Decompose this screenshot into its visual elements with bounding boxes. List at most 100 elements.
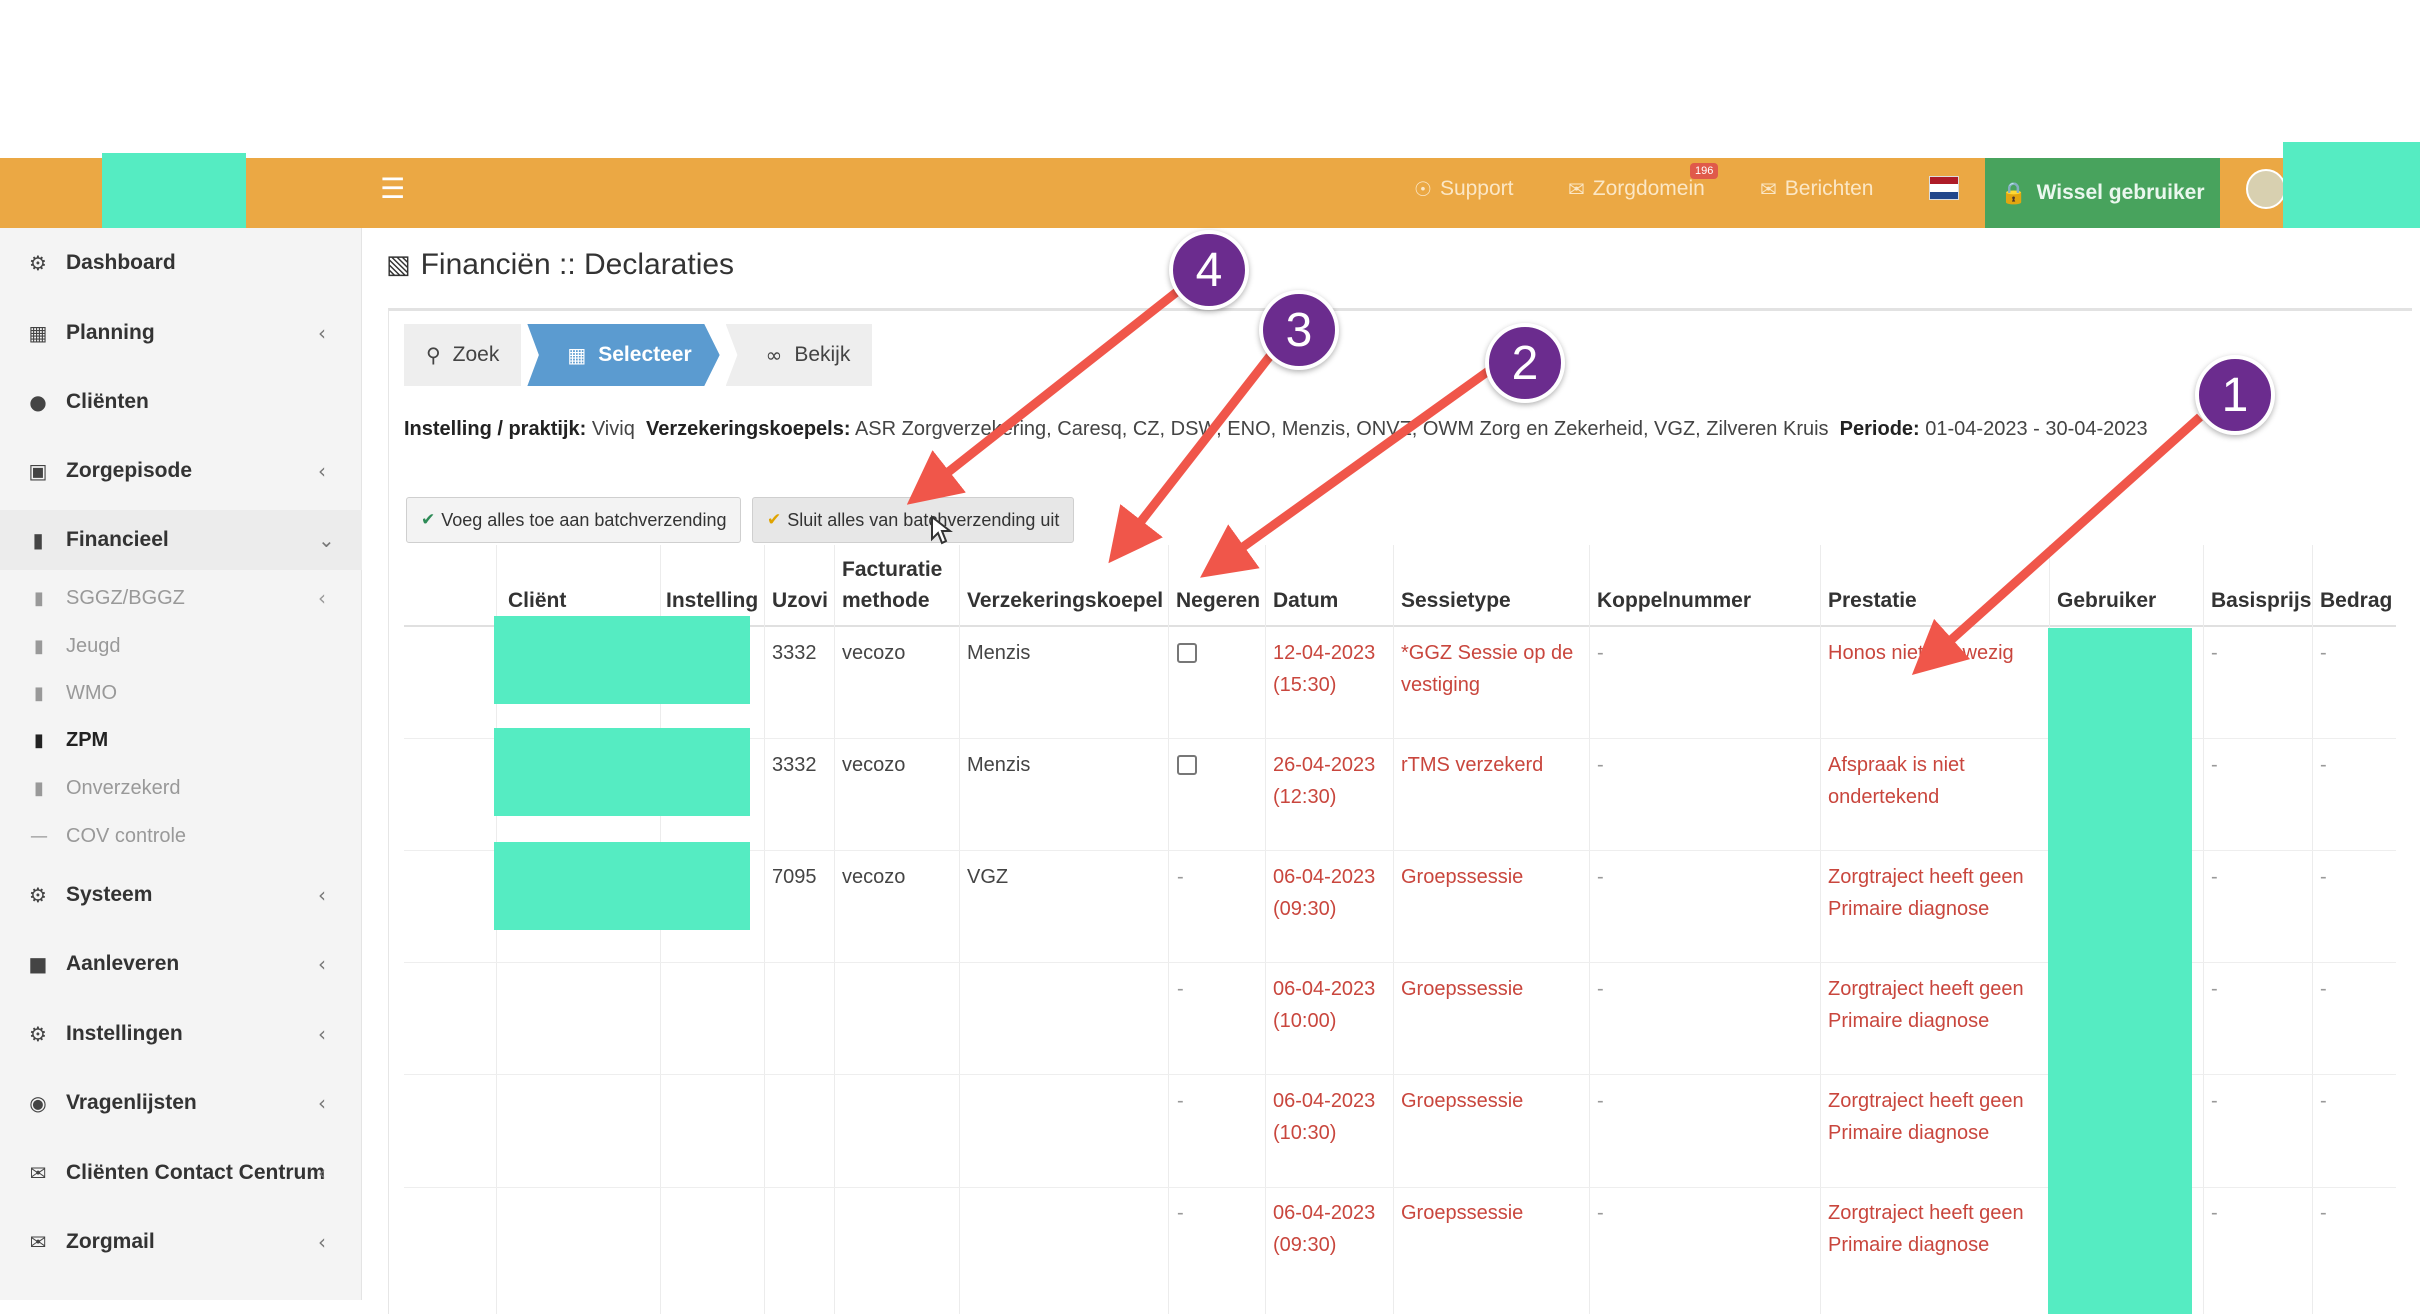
support-link[interactable]: ☉ Support [1414,174,1514,204]
column-divider [2203,545,2204,1314]
sidebar-item-label: Zorgmail [66,1230,155,1253]
sidebar-item-label: Planning [66,321,155,344]
page-title: ▧ Financiën :: Declaraties [386,248,734,282]
envelope-icon: ✉ [29,1161,47,1185]
negeren-checkbox[interactable] [1177,643,1197,663]
annotation-marker-1: 1 [2195,355,2275,435]
switch-user-button[interactable]: 🔒 Wissel gebruiker [1985,158,2220,228]
column-header-facturatie[interactable]: Facturatie [842,554,942,585]
cell-datum: 06-04-2023 [1273,1202,1376,1224]
sidebar-sub-jeugd[interactable]: ▮ Jeugd [0,624,362,668]
minus-icon: — [30,825,48,847]
cell-koppelnummer: - [1597,866,1604,888]
column-header-prestatie[interactable]: Prestatie [1828,585,1917,616]
cell-koppelnummer: - [1597,1090,1604,1112]
wizard-step-label: Selecteer [598,343,692,366]
cell-datum: 26-04-2023 [1273,754,1376,776]
sidebar-item-instellingen[interactable]: ⚙ Instellingen ‹ [0,1004,362,1064]
cell-sessietype: Groepssessie [1401,1090,1524,1112]
cell-basisprijs: - [2211,1202,2218,1224]
cell-prestatie-line2: Primaire diagnose [1828,898,1990,920]
koepels-label: Verzekeringskoepels: [645,418,851,440]
zorgdomein-link[interactable]: ✉ Zorgdomein [1568,174,1705,204]
column-header-basisprijs[interactable]: Basisprijs [2211,585,2311,616]
check-icon: ✔ [421,510,436,530]
exclude-all-batch-button[interactable]: ✔ Sluit alles van batchverzending uit [752,497,1075,543]
sidebar-item-systeem[interactable]: ⚙ Systeem ‹ [0,865,362,925]
column-header-bedrag[interactable]: Bedrag [2320,585,2392,616]
chevron-left-icon: ‹ [318,1161,326,1185]
book-icon: ▮ [34,729,44,751]
sidebar-item-aanleveren[interactable]: ■ Aanleveren ‹ [0,934,362,994]
sidebar-item-zorgmail[interactable]: ✉ Zorgmail ‹ [0,1212,362,1272]
cell-bedrag: - [2320,1202,2327,1224]
column-header-koppelnummer[interactable]: Koppelnummer [1597,585,1751,616]
column-header-datum[interactable]: Datum [1273,585,1338,616]
instelling-label: Instelling / praktijk: [404,418,587,440]
cell-bedrag: - [2320,754,2327,776]
wizard-step-label: Bekijk [794,343,851,366]
negeren-checkbox[interactable] [1177,755,1197,775]
column-header-negeren[interactable]: Negeren [1176,585,1260,616]
cell-methode: vecozo [842,642,906,664]
zorgdomein-badge: 196 [1690,163,1719,179]
column-header-sessietype[interactable]: Sessietype [1401,585,1511,616]
berichten-link[interactable]: ✉ Berichten [1760,174,1873,204]
language-flag-icon[interactable] [1929,176,1959,200]
chevron-left-icon: ‹ [318,1230,326,1254]
annotation-marker-4: 4 [1169,230,1249,310]
column-header-instelling[interactable]: Instelling [666,585,758,616]
cell-koppelnummer: - [1597,1202,1604,1224]
instelling-value: Viviq [591,418,635,440]
sidebar-item-clienten[interactable]: ● Cliënten [0,372,362,432]
column-header-gebruiker[interactable]: Gebruiker [2057,585,2156,616]
client-redaction [494,842,750,930]
cell-sessietype: Groepssessie [1401,866,1524,888]
column-divider [1820,545,1821,1314]
sidebar-sub-label: SGGZ/BGGZ [66,586,185,609]
wizard-step-label: Zoek [452,343,500,366]
link-icon: ∞ [765,343,783,367]
cell-bedrag: - [2320,866,2327,888]
cell-tijd: (10:00) [1273,1010,1337,1032]
sidebar-item-label: Zorgepisode [66,459,193,482]
sidebar-sub-label: COV controle [66,824,187,847]
cell-tijd: (10:30) [1273,1122,1337,1144]
column-divider [2312,545,2313,1314]
avatar[interactable] [2246,169,2286,209]
wizard-step-selecteer[interactable]: ▦ Selecteer [527,324,720,386]
column-header-koepel[interactable]: Verzekeringskoepel [967,585,1163,616]
cell-basisprijs: - [2211,754,2218,776]
sidebar-sub-wmo[interactable]: ▮ WMO [0,671,362,715]
add-all-batch-button[interactable]: ✔ Voeg alles toe aan batchverzending [406,497,742,543]
cell-methode: vecozo [842,754,906,776]
sidebar-item-zorgepisode[interactable]: ▣ Zorgepisode ‹ [0,441,362,501]
cell-negeren: - [1177,978,1184,1000]
chevron-left-icon: ‹ [318,321,326,345]
sidebar-sub-sggz-bggz[interactable]: ▮ SGGZ/BGGZ ‹ [0,576,362,620]
sidebar-sub-zpm[interactable]: ▮ ZPM [0,718,362,762]
cell-prestatie: Zorgtraject heeft geen [1828,1090,2024,1112]
hamburger-icon[interactable]: ☰ [380,174,410,204]
chevron-left-icon: ‹ [318,1091,326,1115]
sidebar-item-dashboard[interactable]: ⚙ Dashboard [0,233,362,293]
sidebar-item-financieel[interactable]: ▮ Financieel ⌄ [0,510,362,570]
sidebar-sub-onverzekerd[interactable]: ▮ Onverzekerd [0,766,362,810]
column-header-client[interactable]: Cliënt [508,585,566,616]
cell-datum: 12-04-2023 [1273,642,1376,664]
sidebar-sub-cov-controle[interactable]: — COV controle [0,814,362,858]
column-header-uzovi[interactable]: Uzovi [772,585,828,616]
sidebar-item-clienten-contact-centrum[interactable]: ✉ Cliënten Contact Centrum ‹ [0,1143,362,1203]
column-header-methode[interactable]: methode [842,585,930,616]
sidebar-item-vragenlijsten[interactable]: ◉ Vragenlijsten ‹ [0,1073,362,1133]
cell-bedrag: - [2320,1090,2327,1112]
koepels-value: ASR Zorgverzekering, Caresq, CZ, DSW, EN… [854,418,1829,440]
wizard-step-zoek[interactable]: ⚲ Zoek [404,324,522,386]
sidebar-sub-label: Jeugd [66,634,121,657]
chevron-left-icon: ‹ [318,459,326,483]
cell-prestatie: Zorgtraject heeft geen [1828,866,2024,888]
cell-datum: 06-04-2023 [1273,978,1376,1000]
cell-bedrag: - [2320,978,2327,1000]
wizard-step-bekijk[interactable]: ∞ Bekijk [725,324,873,386]
sidebar-item-planning[interactable]: ▦ Planning ‹ [0,303,362,363]
